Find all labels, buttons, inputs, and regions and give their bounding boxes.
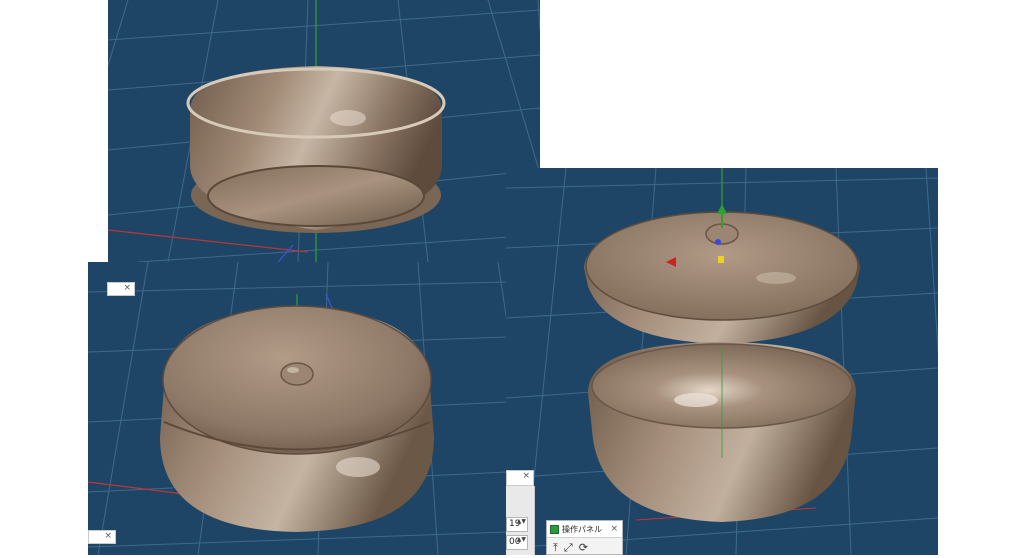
lid-object — [186, 66, 446, 233]
axis-x — [108, 229, 309, 253]
open-bowl-object — [588, 342, 856, 522]
spinner-arrows-icon[interactable]: ▲▼ — [517, 518, 526, 525]
close-icon[interactable]: × — [123, 283, 131, 293]
viewport-right-canvas[interactable] — [506, 168, 938, 555]
operation-panel-tools: ⤒ ⤢ ⟳ — [547, 538, 622, 558]
close-icon[interactable]: × — [522, 471, 530, 481]
lifted-lid-object — [584, 211, 860, 344]
spinner-field-2[interactable]: 00 ▲▼ — [506, 535, 528, 550]
operation-panel-title: 操作パネル — [562, 524, 602, 534]
spinner-arrows-icon[interactable]: ▲▼ — [517, 536, 526, 543]
viewport-top[interactable] — [108, 0, 540, 262]
scale-tool-icon[interactable]: ⤢ — [564, 541, 573, 555]
spinner-field-1[interactable]: 19 ▲▼ — [506, 517, 528, 532]
operation-panel-titlebar[interactable]: 操作パネル × — [547, 521, 622, 538]
app-logo-icon — [550, 524, 559, 534]
viewport-top-canvas[interactable] — [108, 0, 540, 262]
mini-panel-close-3[interactable]: × — [506, 470, 534, 486]
mini-panel-close-1[interactable]: × — [107, 282, 135, 296]
closed-bowl-object — [160, 305, 434, 532]
mini-panel-close-2[interactable]: × — [88, 530, 116, 544]
axis-z — [277, 244, 294, 262]
gizmo-z-handle-icon[interactable] — [718, 256, 724, 263]
close-icon[interactable]: × — [610, 524, 618, 534]
viewport-left-canvas[interactable] — [88, 262, 508, 555]
operation-panel: 操作パネル × ⤒ ⤢ ⟳ — [546, 520, 623, 555]
close-icon[interactable]: × — [104, 531, 112, 541]
gizmo-y-arrow-icon[interactable] — [717, 204, 727, 214]
viewport-left[interactable] — [88, 262, 508, 555]
rotate-tool-icon[interactable]: ⟳ — [579, 541, 588, 555]
viewport-right[interactable] — [506, 168, 938, 555]
move-tool-icon[interactable]: ⤒ — [553, 541, 558, 555]
